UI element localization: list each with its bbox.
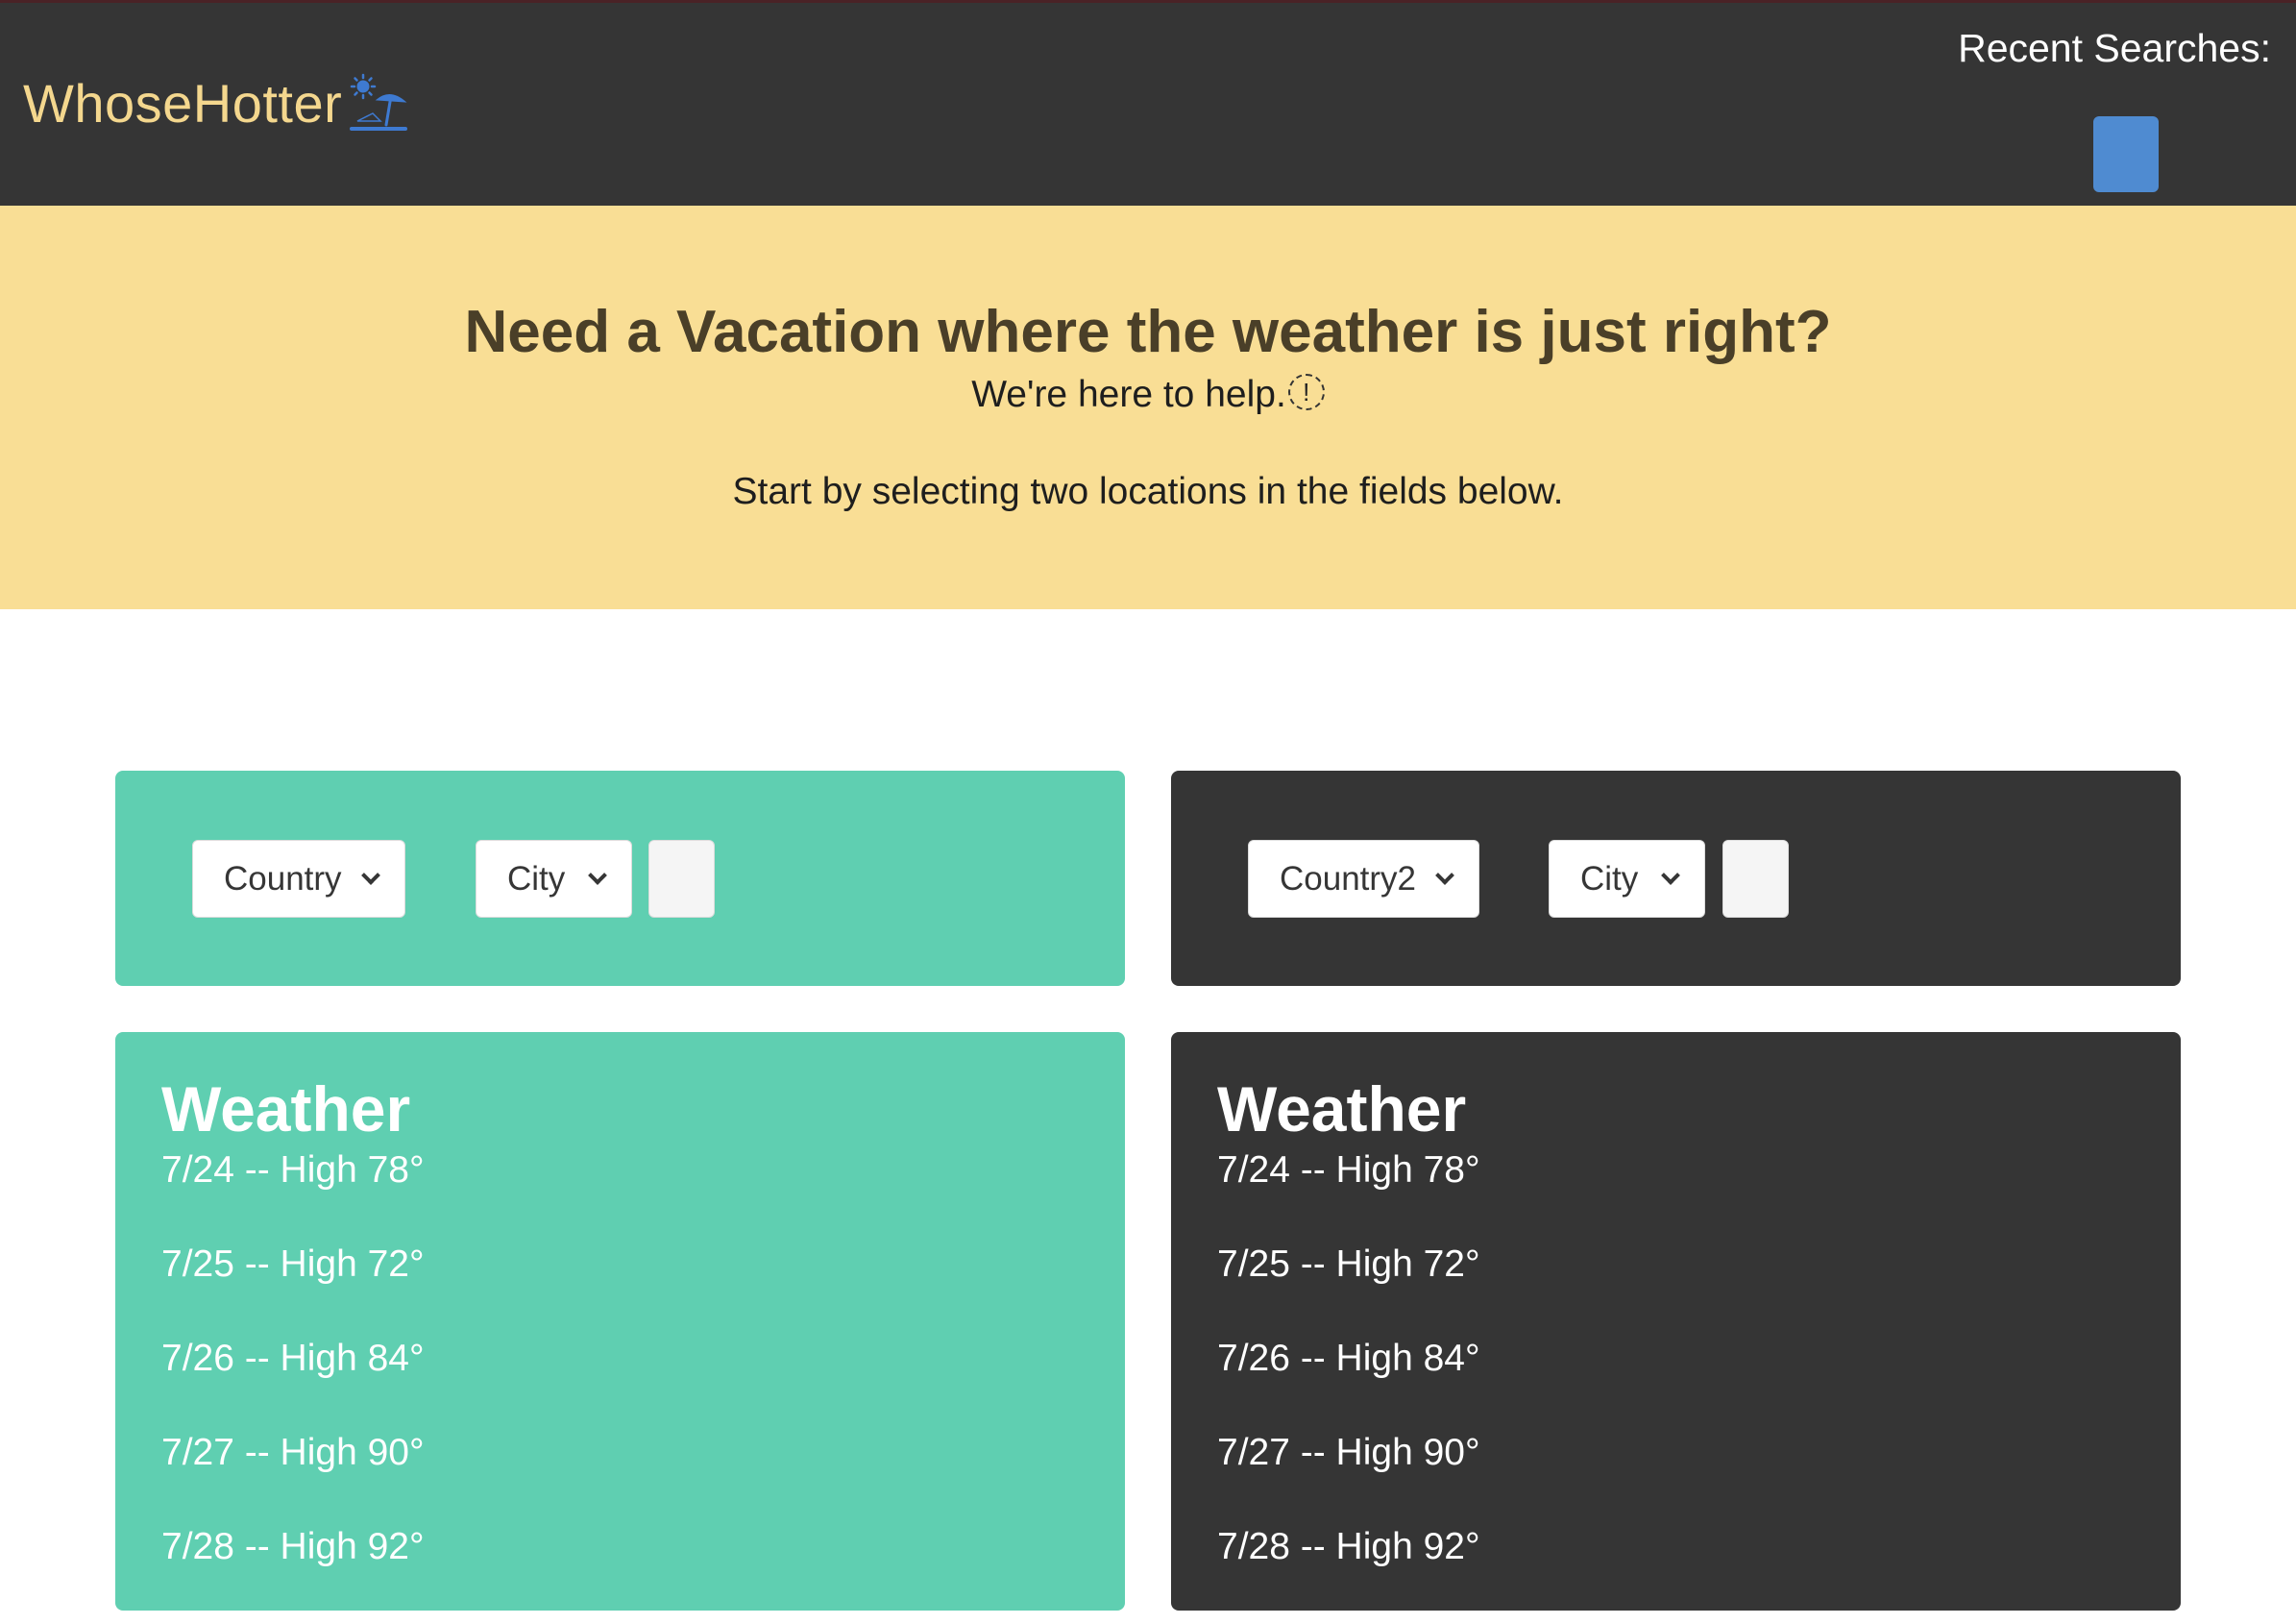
search-button-2[interactable] (1722, 840, 1789, 918)
city-select-1[interactable]: City (476, 840, 632, 918)
hero-subtitle-text: We're here to help. (971, 374, 1286, 415)
navbar: WhoseHotter Recent Searches: (0, 0, 2296, 206)
weather-card-2: Weather 7/24 -- High 78° 7/25 -- High 72… (1171, 1032, 2181, 1611)
beach-umbrella-icon (350, 73, 408, 131)
forecast-item: 7/28 -- High 92° (161, 1526, 425, 1567)
forecast-item: 7/26 -- High 84° (1217, 1338, 1480, 1379)
weather-title-1: Weather (161, 1073, 411, 1144)
chevron-down-icon (1661, 865, 1680, 885)
recent-searches-label: Recent Searches: (1958, 26, 2271, 70)
city-select-2-label: City (1580, 859, 1639, 898)
country-select-1[interactable]: Country (192, 840, 405, 918)
chevron-down-icon (361, 865, 380, 885)
hero-subtitle: We're here to help.! (0, 374, 2296, 416)
forecast-item: 7/25 -- High 72° (161, 1243, 425, 1285)
forecast-item: 7/24 -- High 78° (1217, 1149, 1480, 1191)
city-select-1-label: City (507, 859, 566, 898)
country-select-1-label: Country (224, 859, 342, 898)
country-select-2[interactable]: Country2 (1248, 840, 1479, 918)
forecast-item: 7/27 -- High 90° (1217, 1432, 1480, 1473)
forecast-item: 7/26 -- High 84° (161, 1338, 425, 1379)
hero-title: Need a Vacation where the weather is jus… (464, 299, 1832, 365)
city-select-2[interactable]: City (1549, 840, 1705, 918)
weather-card-1: Weather 7/24 -- High 78° 7/25 -- High 72… (115, 1032, 1125, 1611)
location-selector-2: Country2 City (1171, 771, 2181, 986)
search-button-1[interactable] (648, 840, 715, 918)
recent-search-button[interactable] (2093, 116, 2159, 192)
forecast-item: 7/24 -- High 78° (161, 1149, 425, 1191)
location-selector-1: Country City (115, 771, 1125, 986)
chevron-down-icon (588, 865, 607, 885)
forecast-item: 7/27 -- High 90° (161, 1432, 425, 1473)
chevron-down-icon (1435, 865, 1454, 885)
forecast-item: 7/25 -- High 72° (1217, 1243, 1480, 1285)
brand-name: WhoseHotter (23, 73, 343, 134)
hero-banner: Need a Vacation where the weather is jus… (0, 206, 2296, 609)
forecast-item: 7/28 -- High 92° (1217, 1526, 1480, 1567)
info-icon[interactable]: ! (1287, 374, 1325, 410)
brand-logo[interactable]: WhoseHotter (23, 72, 409, 135)
country-select-2-label: Country2 (1280, 859, 1417, 898)
hero-instruction: Start by selecting two locations in the … (732, 471, 1564, 512)
weather-title-2: Weather (1217, 1073, 1467, 1144)
